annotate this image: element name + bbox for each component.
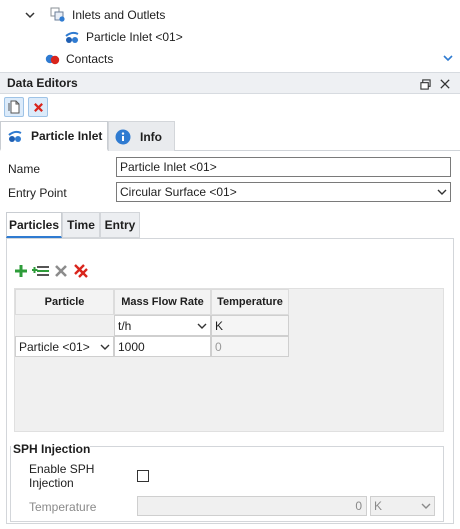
tab-particles[interactable]: Particles xyxy=(6,212,62,238)
name-field[interactable]: Particle Inlet <01> xyxy=(116,157,451,177)
new-button[interactable] xyxy=(4,97,24,117)
header-label: Particle xyxy=(44,296,85,308)
header-label: Mass Flow Rate xyxy=(121,296,204,308)
remove-icon[interactable] xyxy=(54,264,68,278)
header-label: Temperature xyxy=(217,296,283,308)
delete-button[interactable] xyxy=(28,97,48,117)
particle-inlet-icon xyxy=(7,128,23,144)
entry-point-label: Entry Point xyxy=(8,186,67,200)
tree-item-label: Inlets and Outlets xyxy=(72,8,166,22)
entry-point-select[interactable]: Circular Surface <01> xyxy=(116,182,451,202)
contacts-icon xyxy=(44,51,60,67)
unit-value: t/h xyxy=(118,318,132,333)
name-value: Particle Inlet <01> xyxy=(120,160,217,174)
enable-sph-label: Enable SPH Injection xyxy=(29,462,95,490)
tab-label: Particle Inlet xyxy=(31,128,103,143)
particle-select-cell[interactable]: Particle <01> xyxy=(15,336,114,357)
particle-value: Particle <01> xyxy=(19,339,90,354)
chevron-down-icon[interactable] xyxy=(24,9,36,21)
sph-temperature-value: 0 xyxy=(355,499,362,513)
chevron-down-icon xyxy=(421,503,431,509)
sph-temperature-unit-select: K xyxy=(370,496,435,516)
tree-item-label: Particle Inlet <01> xyxy=(86,30,183,44)
name-label: Name xyxy=(8,162,41,176)
mass-flow-rate-cell[interactable]: 1000 xyxy=(114,336,211,357)
sph-temperature-label: Temperature xyxy=(29,500,97,514)
chevron-down-icon xyxy=(437,189,447,195)
tree-item-inlets-and-outlets[interactable]: Inlets and Outlets xyxy=(24,5,165,25)
float-window-icon[interactable] xyxy=(418,77,432,91)
tab-info[interactable]: Info xyxy=(108,121,175,151)
column-header-mass-flow-rate[interactable]: Mass Flow Rate xyxy=(114,289,211,315)
enable-sph-checkbox[interactable] xyxy=(137,470,149,482)
add-row-icon[interactable] xyxy=(31,264,50,278)
info-icon xyxy=(115,129,131,145)
panel-title: Data Editors xyxy=(7,76,78,90)
particles-table: Particle Mass Flow Rate Temperature t/h … xyxy=(14,288,444,432)
column-header-temperature[interactable]: Temperature xyxy=(211,289,289,315)
close-icon[interactable] xyxy=(438,77,452,91)
new-document-icon xyxy=(8,100,20,114)
editor-tabs: Particle Inlet Info xyxy=(0,121,460,151)
chevron-down-icon xyxy=(100,344,110,350)
temperature-value: 0 xyxy=(215,339,222,354)
temperature-unit-cell: K xyxy=(211,315,289,336)
tree-item-contacts[interactable]: Contacts xyxy=(44,49,113,69)
temperature-cell: 0 xyxy=(211,336,289,357)
tab-label: Particles xyxy=(8,217,60,232)
particle-inlet-icon xyxy=(64,29,80,45)
tree-item-label: Contacts xyxy=(66,52,114,66)
mass-flow-unit-select[interactable]: t/h xyxy=(114,315,211,336)
panel-header: Data Editors xyxy=(0,72,460,94)
tab-time[interactable]: Time xyxy=(62,212,100,238)
tree-item-particle-inlet[interactable]: Particle Inlet <01> xyxy=(64,27,183,47)
tab-label: Time xyxy=(67,218,95,232)
add-icon[interactable] xyxy=(14,264,28,278)
sph-group-top-border xyxy=(90,446,444,447)
entry-point-value: Circular Surface <01> xyxy=(120,185,237,199)
column-header-particle[interactable]: Particle xyxy=(15,289,114,315)
remove-all-icon[interactable] xyxy=(73,263,89,279)
tab-label: Info xyxy=(140,129,162,144)
mass-flow-rate-value: 1000 xyxy=(118,339,145,354)
tab-label: Entry xyxy=(104,218,136,232)
sph-injection-title: SPH Injection xyxy=(13,442,91,456)
scroll-down-icon[interactable] xyxy=(442,53,454,63)
particle-inlet-sub-tabs: Particles Time Entry xyxy=(6,212,454,238)
unit-value: K xyxy=(374,499,383,513)
delete-icon xyxy=(33,102,43,112)
sph-temperature-field: 0 xyxy=(137,496,367,516)
inlets-outlets-icon xyxy=(50,7,66,23)
tab-entry[interactable]: Entry xyxy=(100,212,140,238)
unit-value: K xyxy=(215,318,224,333)
chevron-down-icon xyxy=(197,323,207,329)
tab-particle-inlet[interactable]: Particle Inlet xyxy=(0,121,108,151)
